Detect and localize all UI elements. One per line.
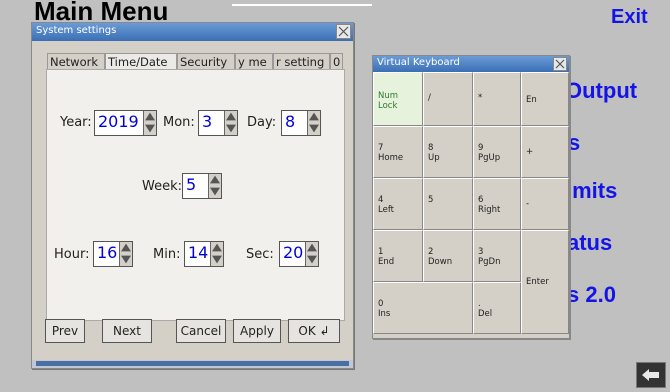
key-plus[interactable]: + xyxy=(521,126,569,178)
next-button[interactable]: Next xyxy=(102,319,152,343)
year-spinbox[interactable]: 2019 xyxy=(94,110,157,136)
key-5[interactable]: 5 xyxy=(423,178,473,230)
year-label: Year: xyxy=(60,115,92,130)
key-6[interactable]: 6 Right xyxy=(473,178,521,230)
virtual-keyboard-window: Virtual Keyboard Num Lock / * En 7 Home … xyxy=(372,55,570,339)
key-9[interactable]: 9 PgUp xyxy=(473,126,521,178)
spin-up-icon[interactable] xyxy=(309,112,319,121)
key-3[interactable]: 3 PgDn xyxy=(473,230,521,282)
spin-down-icon[interactable] xyxy=(226,124,236,133)
spin-down-icon[interactable] xyxy=(309,124,319,133)
horizontal-scrollbar[interactable] xyxy=(32,360,353,368)
back-arrow-icon xyxy=(642,369,659,381)
month-value: 3 xyxy=(202,112,213,131)
month-label: Mon: xyxy=(163,115,195,130)
day-label: Day: xyxy=(247,115,277,130)
spin-down-icon[interactable] xyxy=(145,124,155,133)
close-icon xyxy=(338,26,349,37)
key-num-lock[interactable]: Num Lock xyxy=(373,72,423,126)
menu-item-status[interactable]: atus xyxy=(567,230,612,256)
spin-down-icon[interactable] xyxy=(212,255,222,264)
hour-spinbox[interactable]: 16 xyxy=(93,241,133,267)
key-2[interactable]: 2 Down xyxy=(423,230,473,282)
spin-up-icon[interactable] xyxy=(210,175,220,184)
back-button[interactable] xyxy=(636,362,666,388)
tab-time-date[interactable]: Time/Date xyxy=(105,53,177,69)
minute-label: Min: xyxy=(153,247,181,262)
key-enter[interactable]: Enter xyxy=(521,230,569,334)
spin-up-icon[interactable] xyxy=(307,243,317,252)
year-value: 2019 xyxy=(98,112,139,131)
apply-button[interactable]: Apply xyxy=(233,319,281,343)
key-1[interactable]: 1 End xyxy=(373,230,423,282)
second-spinbox[interactable]: 20 xyxy=(279,241,319,267)
week-label: Week: xyxy=(142,179,182,194)
top-divider xyxy=(232,4,372,6)
week-spinbox[interactable]: 5 xyxy=(182,173,222,199)
spin-down-icon[interactable] xyxy=(121,255,131,264)
hour-value: 16 xyxy=(97,243,118,262)
spin-down-icon[interactable] xyxy=(210,187,220,196)
tab-theme[interactable]: y me xyxy=(235,53,273,69)
day-spinbox[interactable]: 8 xyxy=(281,110,321,136)
exit-button[interactable]: Exit xyxy=(611,6,648,29)
spin-up-icon[interactable] xyxy=(226,112,236,121)
spin-up-icon[interactable] xyxy=(145,112,155,121)
tab-network[interactable]: Network xyxy=(47,53,105,69)
month-spinbox[interactable]: 3 xyxy=(198,110,238,136)
keyboard-titlebar: Virtual Keyboard xyxy=(373,56,569,72)
cancel-button[interactable]: Cancel xyxy=(176,319,226,343)
tab-other-settings[interactable]: r setting xyxy=(273,53,330,69)
menu-item-limits[interactable]: imits xyxy=(566,178,617,204)
hour-label: Hour: xyxy=(54,247,90,262)
key-en[interactable]: En xyxy=(521,72,569,126)
system-settings-window: System settings Network Time/Date Securi… xyxy=(31,22,354,369)
keyboard-title: Virtual Keyboard xyxy=(377,57,460,68)
key-4[interactable]: 4 Left xyxy=(373,178,423,230)
prev-button[interactable]: Prev xyxy=(45,319,85,343)
close-icon xyxy=(555,59,565,69)
minute-value: 14 xyxy=(188,243,209,262)
menu-item-output[interactable]: Output xyxy=(565,78,637,104)
key-minus[interactable]: - xyxy=(521,178,569,230)
second-label: Sec: xyxy=(246,247,274,262)
key-slash[interactable]: / xyxy=(423,72,473,126)
spin-up-icon[interactable] xyxy=(212,243,222,252)
spin-up-icon[interactable] xyxy=(121,243,131,252)
menu-item-version[interactable]: s 2.0 xyxy=(567,282,616,308)
second-value: 20 xyxy=(283,243,304,262)
scroll-thumb[interactable] xyxy=(36,361,349,366)
key-8[interactable]: 8 Up xyxy=(423,126,473,178)
ok-button[interactable]: OK ↲ xyxy=(288,319,340,343)
minute-spinbox[interactable]: 14 xyxy=(184,241,224,267)
key-star[interactable]: * xyxy=(473,72,521,126)
tab-more[interactable]: 0 xyxy=(330,53,343,69)
keyboard-close-button[interactable] xyxy=(553,57,567,71)
settings-title: System settings xyxy=(36,25,117,36)
settings-titlebar: System settings xyxy=(32,23,353,41)
key-7[interactable]: 7 Home xyxy=(373,126,423,178)
day-value: 8 xyxy=(285,112,296,131)
tab-security[interactable]: Security xyxy=(177,53,235,69)
settings-close-button[interactable] xyxy=(336,24,351,39)
spin-down-icon[interactable] xyxy=(307,255,317,264)
week-value: 5 xyxy=(186,175,197,194)
key-0[interactable]: 0 Ins xyxy=(373,282,473,334)
key-dot[interactable]: . Del xyxy=(473,282,521,334)
